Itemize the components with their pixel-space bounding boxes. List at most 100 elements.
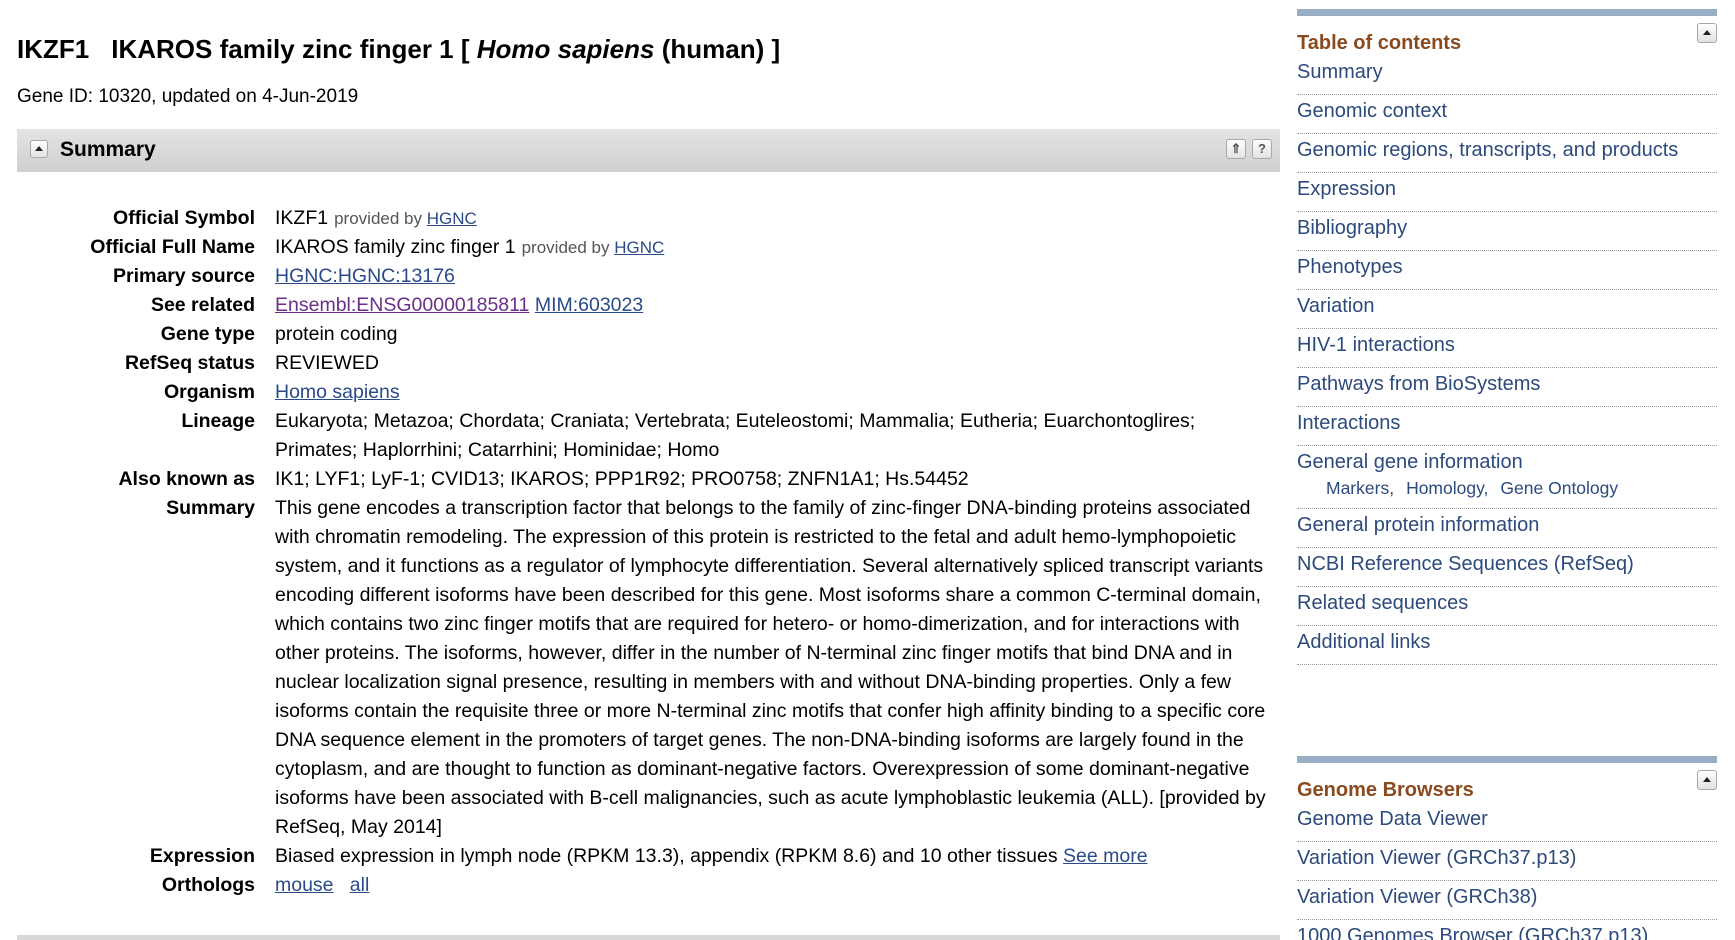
collapse-arrow-icon[interactable] — [1697, 770, 1717, 790]
gene-symbol: IKZF1 — [17, 34, 90, 64]
field-label: RefSeq status — [124, 352, 255, 374]
toc-item[interactable]: Related sequences — [1297, 587, 1717, 626]
panel-top-bar — [1297, 9, 1717, 16]
field-value: Homo sapiens — [275, 378, 1280, 407]
browser-link[interactable]: Variation Viewer (GRCh38) — [1297, 881, 1717, 920]
toc-item[interactable]: Bibliography — [1297, 212, 1717, 251]
official-symbol-value: IKZF1 — [275, 207, 329, 229]
field-label: Summary — [166, 497, 255, 519]
primary-source-link[interactable]: HGNC:HGNC:13176 — [275, 265, 455, 287]
toc-panel: Table of contents Summary Genomic contex… — [1297, 9, 1717, 665]
field-label: Orthologs — [161, 874, 255, 896]
toc-subitem-markers[interactable]: Markers, — [1326, 478, 1394, 498]
toc-subitems: Markers, Homology, Gene Ontology — [1326, 477, 1717, 499]
row-primary-source: Primary source HGNC:HGNC:13176 — [17, 262, 1280, 291]
toc-item[interactable]: Phenotypes — [1297, 251, 1717, 290]
toc-item[interactable]: Pathways from BioSystems — [1297, 368, 1717, 407]
toc-item-label[interactable]: General gene information — [1297, 451, 1523, 473]
collapse-arrow-icon[interactable] — [30, 140, 48, 158]
toc-item-general-gene-info: General gene information Markers, Homolog… — [1297, 446, 1717, 509]
field-label: Official Full Name — [90, 236, 255, 258]
row-gene-type: Gene type protein coding — [17, 320, 1280, 349]
field-value: HGNC:HGNC:13176 — [275, 262, 1280, 291]
field-value: IKZF1 provided by HGNC — [275, 204, 1280, 233]
hgnc-link[interactable]: HGNC — [427, 209, 477, 228]
provided-by-label: provided by — [334, 209, 422, 228]
field-label: Organism — [163, 381, 255, 403]
toc-title: Table of contents — [1297, 32, 1462, 54]
field-label: Official Symbol — [113, 207, 255, 229]
page-title: IKZF1 IKAROS family zinc finger 1 [ Homo … — [17, 31, 780, 67]
field-value: Biased expression in lymph node (RPKM 13… — [275, 842, 1280, 871]
toc-item[interactable]: HIV-1 interactions — [1297, 329, 1717, 368]
row-organism: Organism Homo sapiens — [17, 378, 1280, 407]
field-label: Gene type — [160, 323, 255, 345]
hgnc-link[interactable]: HGNC — [614, 238, 664, 257]
field-label: Expression — [149, 845, 255, 867]
panel-top-bar — [1297, 756, 1717, 763]
ensembl-link[interactable]: Ensembl:ENSG00000185811 — [275, 294, 529, 316]
summary-section-header: Summary ⇑ ? — [17, 129, 1280, 172]
field-label: Also known as — [118, 468, 255, 490]
gene-type-value: protein coding — [275, 323, 398, 345]
toc-item[interactable]: Expression — [1297, 173, 1717, 212]
provided-by-text: provided by HGNC — [334, 209, 477, 228]
row-official-full-name: Official Full Name IKAROS family zinc fi… — [17, 233, 1280, 262]
row-see-related: See related Ensembl:ENSG00000185811 MIM:… — [17, 291, 1280, 320]
expression-value: Biased expression in lymph node (RPKM 13… — [275, 845, 1058, 867]
gene-page: IKZF1 IKAROS family zinc finger 1 [ Homo … — [0, 0, 1735, 940]
browser-link[interactable]: 1000 Genomes Browser (GRCh37.p13) — [1297, 920, 1717, 940]
genome-browsers-list: Genome Data Viewer Variation Viewer (GRC… — [1297, 803, 1717, 940]
organism-link[interactable]: Homo sapiens — [275, 381, 400, 403]
refseq-status-value: REVIEWED — [275, 352, 380, 374]
field-value: mouse all — [275, 871, 1280, 900]
help-icon[interactable]: ? — [1252, 139, 1272, 159]
toc-item[interactable]: Additional links — [1297, 626, 1717, 665]
ortholog-mouse-link[interactable]: mouse — [275, 874, 334, 896]
see-more-link[interactable]: See more — [1063, 845, 1148, 867]
toc-item[interactable]: General protein information — [1297, 509, 1717, 548]
field-label: Primary source — [113, 265, 255, 287]
toc-subitem-homology[interactable]: Homology, — [1406, 478, 1488, 498]
row-expression: Expression Biased expression in lymph no… — [17, 842, 1280, 871]
gene-name-suffix: (human) ] — [654, 34, 781, 64]
field-label: Lineage — [181, 410, 255, 432]
toc-item[interactable]: Genomic regions, transcripts, and produc… — [1297, 134, 1717, 173]
toc-list: Summary Genomic context Genomic regions,… — [1297, 56, 1717, 665]
summary-text: This gene encodes a transcription factor… — [275, 497, 1266, 838]
toc-item[interactable]: Summary — [1297, 56, 1717, 95]
field-value: Ensembl:ENSG00000185811 MIM:603023 — [275, 291, 1280, 320]
provided-by-label: provided by — [521, 238, 610, 257]
toc-item[interactable]: Variation — [1297, 290, 1717, 329]
row-summary: Summary This gene encodes a transcriptio… — [17, 494, 1280, 842]
genome-browsers-panel: Genome Browsers Genome Data Viewer Varia… — [1297, 756, 1717, 940]
toc-subitem-gene-ontology[interactable]: Gene Ontology — [1500, 478, 1618, 498]
go-to-top-icon[interactable]: ⇑ — [1226, 139, 1246, 159]
row-lineage: Lineage Eukaryota; Metazoa; Chordata; Cr… — [17, 407, 1280, 465]
genome-browsers-title: Genome Browsers — [1297, 779, 1474, 801]
summary-details: Official Symbol IKZF1 provided by HGNC Of… — [17, 204, 1280, 900]
row-also-known-as: Also known as IK1; LYF1; LyF-1; CVID13; … — [17, 465, 1280, 494]
toc-item[interactable]: Interactions — [1297, 407, 1717, 446]
gene-organism: Homo sapiens — [476, 34, 655, 64]
gene-name-prefix: IKAROS family zinc finger 1 [ — [111, 34, 477, 64]
row-refseq-status: RefSeq status REVIEWED — [17, 349, 1280, 378]
browser-link[interactable]: Variation Viewer (GRCh37.p13) — [1297, 842, 1717, 881]
next-section-bar — [17, 935, 1280, 940]
section-title: Summary — [60, 138, 156, 161]
gene-id-line: Gene ID: 10320, updated on 4-Jun-2019 — [17, 86, 359, 107]
field-label: See related — [150, 294, 255, 316]
row-orthologs: Orthologs mouse all — [17, 871, 1280, 900]
collapse-arrow-icon[interactable] — [1697, 23, 1717, 43]
ortholog-all-link[interactable]: all — [350, 874, 370, 896]
aliases-value: IK1; LYF1; LyF-1; CVID13; IKAROS; PPP1R9… — [275, 468, 969, 490]
toc-item[interactable]: NCBI Reference Sequences (RefSeq) — [1297, 548, 1717, 587]
provided-by-text: provided by HGNC — [522, 238, 665, 257]
browser-link[interactable]: Genome Data Viewer — [1297, 803, 1717, 842]
row-official-symbol: Official Symbol IKZF1 provided by HGNC — [17, 204, 1280, 233]
official-full-name-value: IKAROS family zinc finger 1 — [275, 236, 516, 258]
toc-item[interactable]: Genomic context — [1297, 95, 1717, 134]
field-value: IKAROS family zinc finger 1 provided by H… — [275, 233, 1280, 262]
mim-link[interactable]: MIM:603023 — [535, 294, 643, 316]
lineage-value: Eukaryota; Metazoa; Chordata; Craniata; … — [275, 410, 1196, 461]
